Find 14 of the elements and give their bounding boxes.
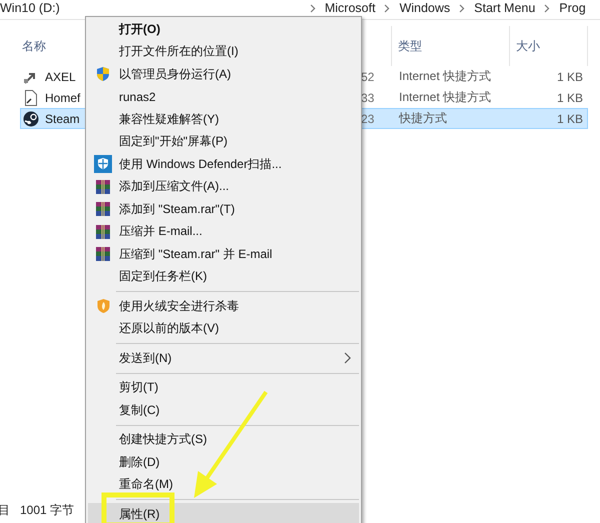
date-fragment: 52 bbox=[361, 70, 374, 84]
file-size: 1 KB bbox=[556, 90, 583, 104]
file-name: AXEL bbox=[45, 70, 76, 84]
status-text: 1001 字节 bbox=[20, 502, 74, 518]
file-size: 1 KB bbox=[556, 112, 583, 126]
status-text: 目 bbox=[0, 502, 10, 518]
file-type: Internet 快捷方式 bbox=[399, 69, 492, 83]
file-type: 快捷方式 bbox=[399, 111, 447, 125]
file-name: Homef bbox=[45, 90, 80, 104]
date-fragment: 33 bbox=[361, 90, 374, 104]
file-type: Internet 快捷方式 bbox=[399, 90, 492, 104]
file-size: 1 KB bbox=[556, 70, 583, 84]
date-fragment: 23 bbox=[361, 112, 374, 126]
file-name: Steam bbox=[45, 112, 80, 126]
